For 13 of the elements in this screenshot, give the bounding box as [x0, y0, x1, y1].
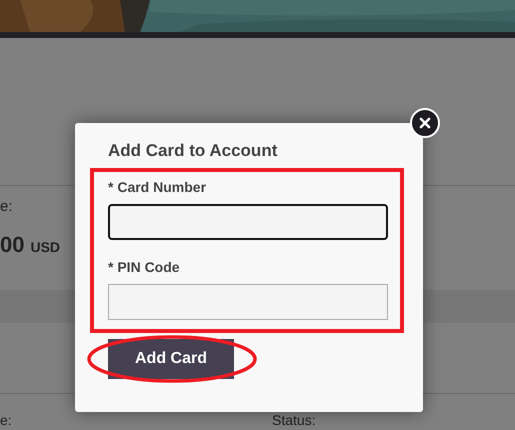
input-field[interactable]: [108, 204, 388, 240]
input-field[interactable]: [108, 284, 388, 320]
close-button[interactable]: [410, 108, 440, 138]
balance-label: e:: [0, 198, 14, 216]
add-card-button[interactable]: Add Card: [108, 339, 234, 379]
dialog-title: Add Card to Account: [108, 140, 278, 162]
field-label: * Card Number: [108, 178, 208, 196]
close-icon: [419, 117, 431, 129]
balance-amount: 00: [0, 231, 24, 259]
balance-currency: USD: [30, 238, 60, 257]
field-label: * PIN Code: [108, 258, 181, 276]
field-label: e:: [0, 412, 13, 428]
status-label: Status:: [272, 412, 316, 428]
